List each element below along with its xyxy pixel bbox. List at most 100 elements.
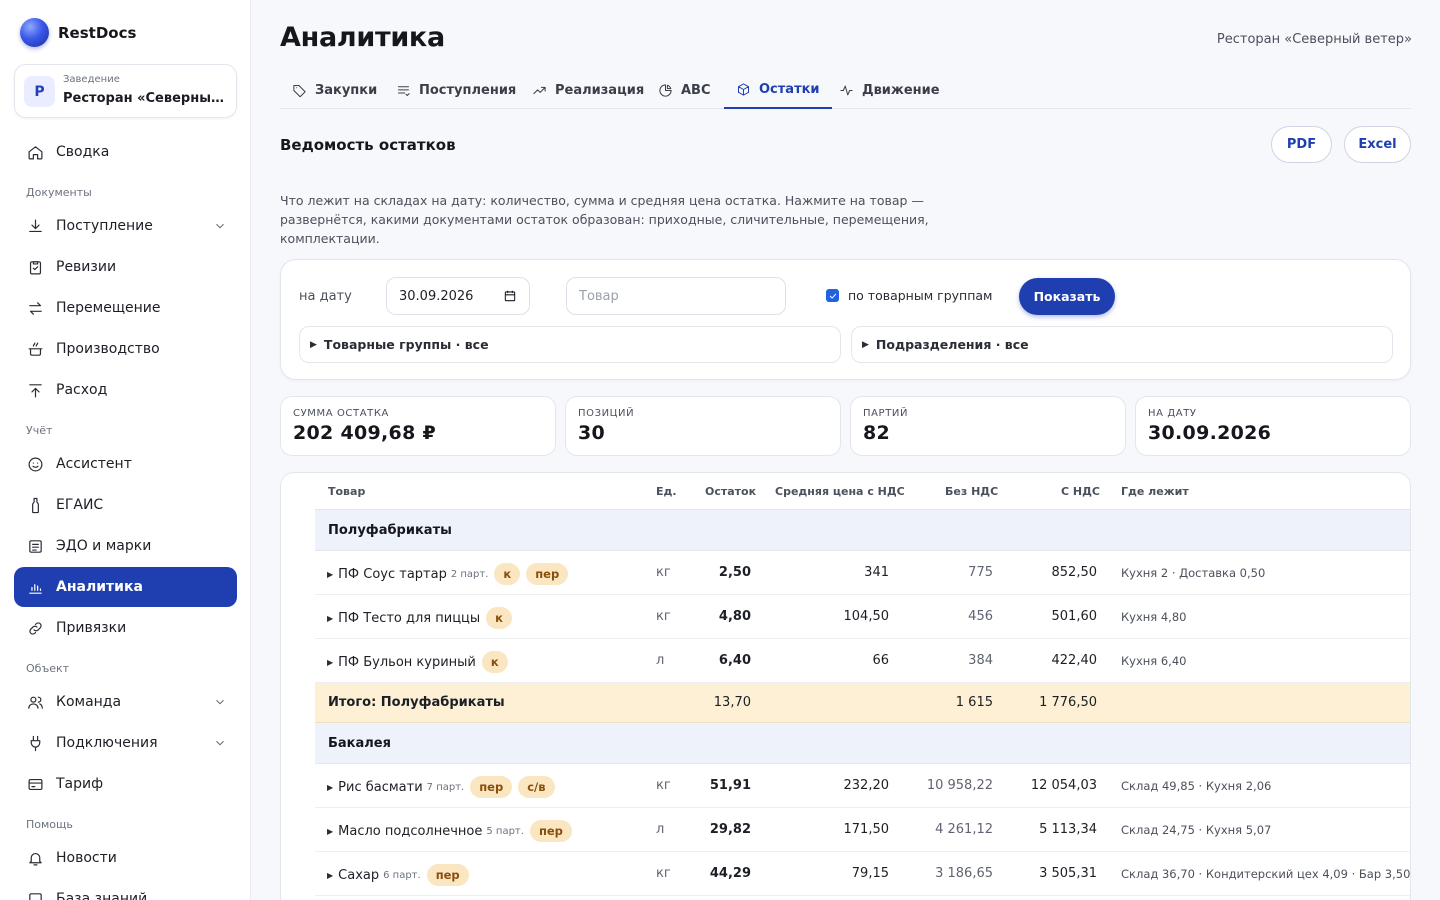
table-row[interactable]: ▶ ПФ Бульон куриный к л 6,40 66 384 422,…	[315, 639, 1410, 683]
date-value: 30.09.2026	[399, 288, 474, 304]
table-row[interactable]: ▶ Сахар 6 парт. пер кг 44,29 79,15 3 186…	[315, 852, 1410, 896]
table-row[interactable]: ▶ Масло подсолнечное 5 парт. пер л 29,82…	[315, 808, 1410, 852]
unit-cell: кг	[656, 565, 671, 580]
venue-switcher[interactable]: Р Заведение Ресторан «Северный ветер»	[14, 64, 237, 118]
tab-label: Закупки	[315, 83, 378, 98]
group-by-checkbox-label[interactable]: по товарным группам	[848, 288, 992, 303]
group-row[interactable]: Бакалея	[315, 723, 1410, 764]
no-vat-cell: 775	[968, 565, 993, 580]
total-vat: 1 776,50	[1039, 695, 1097, 710]
show-button[interactable]: Показать	[1019, 278, 1115, 315]
column-header-quantity[interactable]: Остаток	[705, 485, 756, 498]
table-row[interactable]: ▶ Рис басмати 7 парт. пер с/в кг 51,91 2…	[315, 764, 1410, 808]
location-cell: Кухня 4,80	[1121, 610, 1187, 624]
tab-stock[interactable]: Остатки	[724, 72, 832, 109]
expand-arrow-icon[interactable]: ▶	[327, 871, 333, 880]
book-icon	[27, 891, 44, 900]
stat-card-total-sum: Сумма остатка 202 409,68 ₽	[280, 396, 556, 456]
sidebar-item-bindings[interactable]: Привязки	[14, 608, 237, 648]
tab-movement[interactable]: Движение	[827, 72, 952, 109]
doc-type-badge: к	[486, 607, 512, 629]
no-vat-cell: 3 186,65	[935, 866, 993, 881]
sidebar-item-egais[interactable]: ЕГАИС	[14, 485, 237, 525]
column-header-product[interactable]: Товар	[328, 485, 365, 498]
brand[interactable]: RestDocs	[20, 18, 136, 47]
unit-cell: кг	[656, 866, 671, 881]
sidebar-item-label: Перемещение	[56, 300, 161, 316]
column-header-with-vat[interactable]: С НДС	[1061, 485, 1100, 498]
trend-up-icon	[533, 86, 546, 95]
expand-arrow-icon[interactable]: ▶	[327, 614, 333, 623]
tab-label: Движение	[862, 83, 940, 98]
sidebar-item-knowledge-base[interactable]: База знаний	[14, 879, 237, 900]
sidebar-item-assistant[interactable]: Ассистент	[14, 444, 237, 484]
group-row[interactable]: Полуфабрикаты	[315, 510, 1410, 551]
unit-cell: кг	[656, 778, 671, 793]
column-header-no-vat[interactable]: Без НДС	[945, 485, 998, 498]
sidebar-item-label: ЕГАИС	[56, 497, 104, 513]
sidebar-item-audits[interactable]: Ревизии	[14, 247, 237, 287]
bell-icon	[27, 850, 44, 867]
sidebar-item-production[interactable]: Производство	[14, 329, 237, 369]
export-pdf-button[interactable]: PDF	[1271, 126, 1332, 163]
vat-cell: 422,40	[1051, 653, 1098, 668]
divisions-filter[interactable]: ▶ Подразделения · все	[851, 326, 1393, 363]
sidebar-item-label: Сводка	[56, 144, 110, 160]
download-icon	[27, 218, 44, 235]
no-vat-cell: 456	[968, 609, 993, 624]
column-header-unit[interactable]: Ед.	[656, 485, 677, 498]
expand-arrow-icon[interactable]: ▶	[327, 658, 333, 667]
stat-card-date: На дату 30.09.2026	[1135, 396, 1411, 456]
expand-arrow-icon[interactable]: ▶	[327, 827, 333, 836]
assistant-icon	[27, 456, 44, 473]
sidebar-item-edo[interactable]: ЭДО и марки	[14, 526, 237, 566]
sidebar-item-transfer[interactable]: Перемещение	[14, 288, 237, 328]
report-description: Что лежит на складах на дату: количество…	[280, 193, 929, 246]
table-row[interactable]: ▶ ПФ Тесто для пиццы к кг 4,80 104,50 45…	[315, 595, 1410, 639]
sidebar-item-summary[interactable]: Сводка	[14, 132, 237, 172]
vat-cell: 12 054,03	[1030, 778, 1097, 793]
sidebar-item-team[interactable]: Команда	[14, 682, 237, 722]
product-name: ПФ Тесто для пиццы	[338, 610, 481, 626]
sidebar-section-accounting: Учёт	[26, 424, 53, 437]
column-header-location[interactable]: Где лежит	[1121, 485, 1189, 498]
column-header-avg-price[interactable]: Средняя цена с НДС	[775, 485, 905, 498]
sidebar-item-receipt[interactable]: Поступление	[14, 206, 237, 246]
sidebar-item-label: Привязки	[56, 620, 127, 636]
vat-cell: 3 505,31	[1039, 866, 1097, 881]
stat-label: Партий	[863, 408, 909, 419]
sidebar-item-tariff[interactable]: Тариф	[14, 764, 237, 804]
product-cell: ▶ ПФ Тесто для пиццы к	[327, 607, 512, 629]
doc-type-badge: пер	[526, 563, 569, 585]
sidebar-item-connections[interactable]: Подключения	[14, 723, 237, 763]
tab-abc[interactable]: ABC	[646, 72, 723, 109]
stat-card-batches: Партий 82	[850, 396, 1126, 456]
product-groups-filter[interactable]: ▶ Товарные группы · все	[299, 326, 841, 363]
group-by-checkbox[interactable]	[826, 289, 839, 302]
table-row[interactable]: ▶ ПФ Соус тартар 2 парт. к пер кг 2,50 3…	[315, 551, 1410, 595]
sidebar-item-analytics[interactable]: Аналитика	[14, 567, 237, 607]
card-icon	[27, 776, 44, 793]
stat-label: Позиций	[578, 408, 635, 419]
tab-label: Поступления	[419, 83, 517, 98]
table-header: Товар Ед. Остаток Средняя цена с НДС Без…	[315, 473, 1410, 510]
product-search-input[interactable]	[566, 277, 786, 315]
sidebar-item-label: Расход	[56, 382, 108, 398]
date-field[interactable]: 30.09.2026	[386, 277, 530, 315]
tab-sales[interactable]: Реализация	[520, 72, 656, 109]
total-no-vat: 1 615	[955, 695, 993, 710]
sidebar-item-label: Новости	[56, 850, 117, 866]
calendar-icon[interactable]	[503, 289, 517, 303]
expand-arrow-icon[interactable]: ▶	[327, 783, 333, 792]
sidebar: RestDocs Р Заведение Ресторан «Северный …	[0, 0, 251, 900]
vat-cell: 5 113,34	[1039, 822, 1097, 837]
avg-price-cell: 341	[864, 565, 889, 580]
expand-arrow-icon[interactable]: ▶	[327, 570, 333, 579]
sidebar-item-expense[interactable]: Расход	[14, 370, 237, 410]
tab-purchases[interactable]: Закупки	[280, 72, 389, 109]
sidebar-item-news[interactable]: Новости	[14, 838, 237, 878]
sidebar-section-help: Помощь	[26, 818, 73, 831]
venue-name: Ресторан «Северный ветер»	[63, 91, 231, 106]
export-excel-button[interactable]: Excel	[1344, 126, 1411, 163]
tab-receipts[interactable]: Поступления	[384, 72, 528, 109]
